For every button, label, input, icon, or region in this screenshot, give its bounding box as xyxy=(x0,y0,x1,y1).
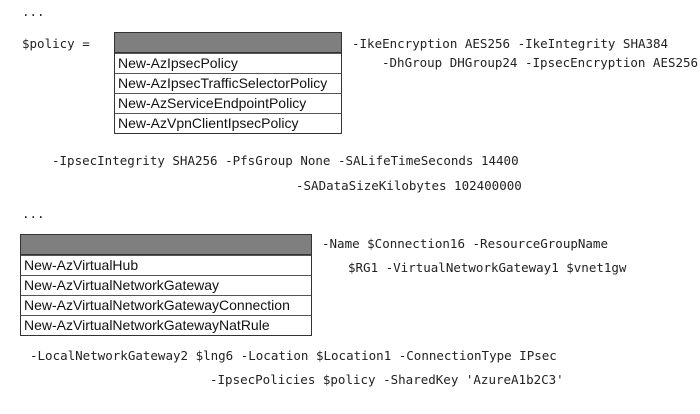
dropdown-option[interactable]: New-AzIpsecTrafficSelectorPolicy xyxy=(115,73,341,93)
dropdown-option[interactable]: New-AzVpnClientIpsecPolicy xyxy=(115,113,341,133)
dropdown-option[interactable]: New-AzServiceEndpointPolicy xyxy=(115,93,341,113)
connection-params-line2: $RG1 -VirtualNetworkGateway1 $vnet1gw xyxy=(348,260,627,275)
ellipsis-top: ... xyxy=(22,4,45,19)
dropdown-selection-box[interactable] xyxy=(21,235,311,255)
policy-variable-label: $policy = xyxy=(22,36,90,51)
dropdown-option[interactable]: New-AzVirtualNetworkGateway xyxy=(21,275,311,295)
connection-cmdlet-dropdown[interactable]: New-AzVirtualHub New-AzVirtualNetworkGat… xyxy=(20,234,312,336)
connection-params-line4: -IpsecPolicies $policy -SharedKey 'Azure… xyxy=(210,372,564,387)
dropdown-option[interactable]: New-AzVirtualNetworkGatewayConnection xyxy=(21,295,311,315)
dropdown-option[interactable]: New-AzVirtualHub xyxy=(21,255,311,275)
policy-params-line4: -SADataSizeKilobytes 102400000 xyxy=(296,178,522,193)
policy-params-line1: -IkeEncryption AES256 -IkeIntegrity SHA3… xyxy=(352,36,669,51)
dropdown-option[interactable]: New-AzIpsecPolicy xyxy=(115,53,341,73)
connection-params-line3: -LocalNetworkGateway2 $lng6 -Location $L… xyxy=(30,348,557,363)
policy-cmdlet-dropdown[interactable]: New-AzIpsecPolicy New-AzIpsecTrafficSele… xyxy=(114,32,342,134)
ellipsis-middle: ... xyxy=(22,206,45,221)
connection-params-line1: -Name $Connection16 -ResourceGroupName xyxy=(322,236,608,251)
dropdown-option[interactable]: New-AzVirtualNetworkGatewayNatRule xyxy=(21,315,311,335)
policy-params-line2: -DhGroup DHGroup24 -IpsecEncryption AES2… xyxy=(382,55,699,70)
policy-params-line3: -IpsecIntegrity SHA256 -PfsGroup None -S… xyxy=(52,153,519,168)
dropdown-selection-box[interactable] xyxy=(115,33,341,53)
